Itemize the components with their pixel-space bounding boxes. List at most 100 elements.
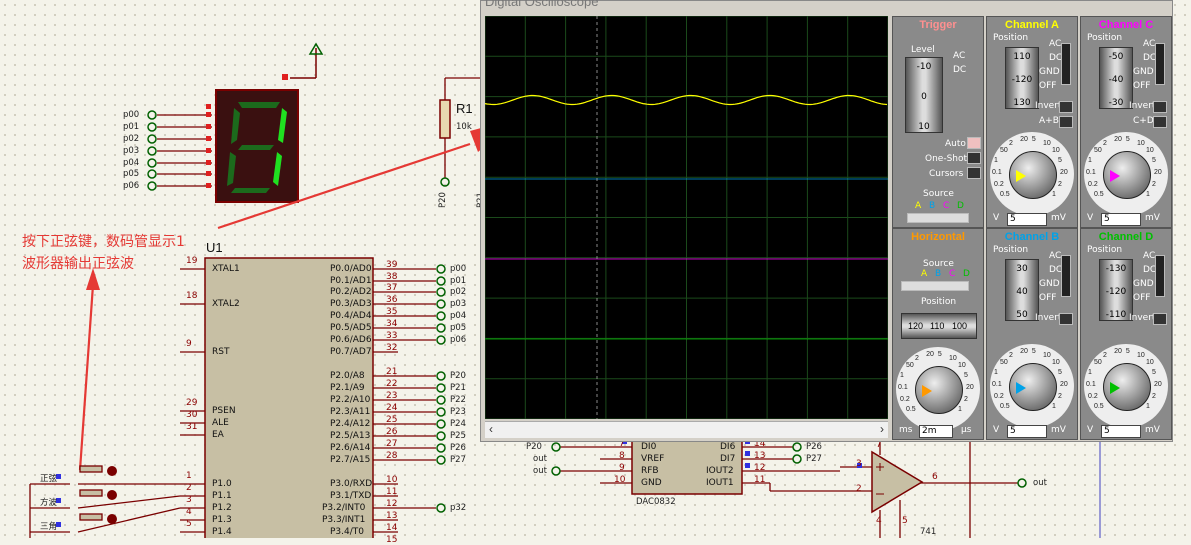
opamp-name: 741 [920,527,937,537]
trigger-dc[interactable]: DC [953,65,966,75]
knob-scale-label: 50 [1093,359,1102,367]
coupling-option[interactable]: GND [1133,279,1154,289]
coupling-switch[interactable] [1061,43,1071,85]
position-drum[interactable]: 110 -120 130 [1005,47,1039,109]
pin-name: P0.7/AD7 [330,347,372,357]
invert-button[interactable] [1059,101,1073,113]
net-label: p32 [450,503,467,513]
knob-scale-label: 2 [1151,392,1156,400]
source-letter[interactable]: B [935,269,941,279]
volts-per-div-value[interactable]: 5 [1007,425,1047,438]
pin-name: P3.3/INT1 [322,515,366,525]
combine-button[interactable] [1153,116,1167,128]
net-label: p04 [450,311,467,321]
pin-name: P2.3/A11 [330,407,371,417]
knob[interactable] [915,366,963,414]
knob-scale-label: 5 [1057,369,1062,377]
pin-number: 22 [386,379,398,389]
coupling-option[interactable]: OFF [1133,81,1150,91]
combine-label: A+B [1039,116,1059,126]
knob-scale-label: 10 [1043,139,1051,147]
coupling-switch[interactable] [1155,43,1165,85]
invert-button[interactable] [1153,313,1167,325]
coupling-switch[interactable] [1061,255,1071,297]
scroll-left-arrow[interactable]: ‹ [489,422,493,436]
coupling-option[interactable]: GND [1133,67,1154,77]
position-drum[interactable]: -130 -120 -110 [1099,259,1133,321]
volts-per-div-value[interactable]: 5 [1101,425,1141,438]
pin-name: P0.6/AD6 [330,335,372,345]
coupling-switch[interactable] [1155,255,1165,297]
knob-dial: 0.5 0.2 0.1 1 50 2 20 5 10 10 5 20 2 1 [990,132,1074,216]
trigger-ac[interactable]: AC [953,51,965,61]
source-letter[interactable]: A [921,269,927,279]
invert-button[interactable] [1153,101,1167,113]
knob-scale-label: 0.1 [992,381,1002,388]
position-drum[interactable]: -50 -40 -30 [1099,47,1133,109]
knob-scale-label: 0.1 [898,384,908,391]
h-source-slider[interactable] [901,281,969,291]
knob-scale-label: 0.5 [905,405,916,413]
position-drum[interactable]: -10 0 10 [905,57,943,133]
time-per-div-value[interactable]: 2m [919,425,953,438]
auto-button[interactable] [967,137,981,149]
pin-number: 14 [386,523,398,533]
coupling-option[interactable]: AC [1049,251,1061,261]
pin-number: 25 [386,415,398,425]
scroll-right-arrow[interactable]: › [880,422,884,436]
drum-value: -120 [1011,75,1033,85]
cursors-button[interactable] [967,167,981,179]
annotation-line-2: 波形器输出正弦波 [22,256,134,272]
knob-scale-label: 0.1 [1086,169,1096,176]
oneshot-button[interactable] [967,152,981,164]
knob[interactable] [1103,363,1151,411]
coupling-option[interactable]: OFF [1133,293,1150,303]
source-letter[interactable]: C [943,201,949,211]
combine-button[interactable] [1059,116,1073,128]
net-label: P25 [450,431,466,441]
source-letter[interactable]: A [915,201,921,211]
trigger-source-slider[interactable] [907,213,969,223]
coupling-option[interactable]: AC [1049,39,1061,49]
knob-scale-label: 10 [1137,139,1145,147]
source-label: Source [923,189,954,199]
coupling-option[interactable]: AC [1143,251,1155,261]
net-label: p05 [450,323,467,333]
knob[interactable] [1009,363,1057,411]
pin-name: P0.2/AD2 [330,287,372,297]
pin-number: 31 [186,422,198,432]
auto-label: Auto [945,139,966,149]
knob-scale-label: 1 [1052,402,1056,410]
volts-per-div-value[interactable]: 5 [1101,213,1141,226]
source-letter[interactable]: D [957,201,964,211]
knob-scale-label: 50 [905,362,914,370]
source-letter[interactable]: C [949,269,955,279]
horizontal-scrollbar[interactable]: ‹ › [485,421,888,438]
coupling-option[interactable]: OFF [1039,81,1056,91]
invert-button[interactable] [1059,313,1073,325]
knob-scale-label: 2 [963,395,968,403]
panel-horizontal: Horizontal Source A B C D Position 120 110 100 0.5… [892,228,984,440]
position-label: Position [1087,245,1123,255]
coupling-option[interactable]: GND [1039,279,1060,289]
position-drum[interactable]: 30 40 50 [1005,259,1039,321]
knob-pointer-icon [922,385,932,397]
coupling-option[interactable]: OFF [1039,293,1056,303]
source-letter[interactable]: B [929,201,935,211]
volts-per-div-value[interactable]: 5 [1007,213,1047,226]
coupling-option[interactable]: GND [1039,67,1060,77]
pin-number: 2 [186,483,192,493]
chC-title: Channel C [1098,19,1154,31]
chA-title: Channel A [1005,19,1059,31]
coupling-option[interactable]: AC [1143,39,1155,49]
knob[interactable] [1009,151,1057,199]
knob-scale-label: 2 [1057,392,1062,400]
knob-scale-label: 1 [1088,157,1092,165]
h-position-drum[interactable]: 120 110 100 [901,313,977,339]
net-label: out [533,454,547,464]
source-letter[interactable]: D [963,269,970,279]
knob-scale-label: 2 [1103,139,1107,147]
knob[interactable] [1103,151,1151,199]
oscilloscope-screen[interactable] [485,16,888,419]
pin-number: 6 [932,472,938,482]
